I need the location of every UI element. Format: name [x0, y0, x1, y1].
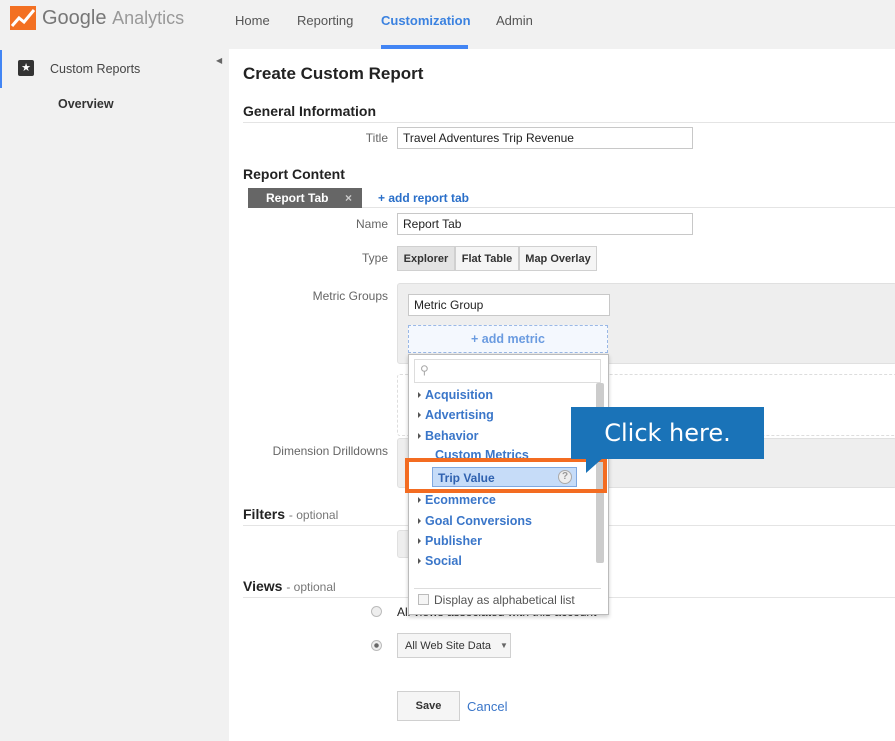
type-flat-table-button[interactable]: Flat Table: [455, 246, 519, 271]
cancel-link[interactable]: Cancel: [467, 699, 507, 714]
nav-home[interactable]: Home: [235, 13, 270, 28]
general-info-heading: General Information: [243, 103, 377, 119]
alphabetical-label[interactable]: Display as alphabetical list: [434, 593, 575, 607]
google-analytics-logo[interactable]: Google Analytics: [10, 6, 184, 30]
sidebar-item-overview[interactable]: Overview: [58, 97, 114, 111]
view-select[interactable]: All Web Site Data ▼: [397, 633, 511, 658]
add-metric-button[interactable]: + add metric: [408, 325, 608, 353]
callout-tooltip: Click here.: [571, 407, 764, 459]
divider: [362, 207, 895, 208]
custom-reports-star-icon: ★: [18, 60, 34, 76]
report-content-heading: Report Content: [243, 166, 345, 182]
divider: [414, 588, 601, 589]
highlight-box: [405, 458, 607, 493]
category-acquisition[interactable]: Acquisition: [418, 388, 493, 402]
title-input[interactable]: Travel Adventures Trip Revenue: [397, 127, 693, 149]
brand-product: Analytics: [112, 7, 185, 28]
filters-heading: Filters - optional: [243, 506, 339, 522]
brand-google: Google: [42, 6, 107, 29]
category-publisher[interactable]: Publisher: [418, 534, 482, 548]
sidebar: [0, 48, 228, 741]
report-tab[interactable]: Report Tab ×: [248, 188, 362, 208]
collapse-sidebar-icon[interactable]: ◀: [216, 56, 222, 65]
views-heading: Views - optional: [243, 578, 336, 594]
category-ecommerce[interactable]: Ecommerce: [418, 493, 496, 507]
callout-tail: [586, 457, 604, 473]
search-icon: ⚲: [420, 363, 429, 377]
divider: [243, 122, 895, 123]
category-social[interactable]: Social: [418, 554, 462, 568]
category-behavior[interactable]: Behavior: [418, 429, 479, 443]
name-label: Name: [355, 217, 388, 231]
type-explorer-button[interactable]: Explorer: [397, 246, 455, 271]
chevron-down-icon: ▼: [500, 641, 508, 650]
radio-selected-view[interactable]: [371, 640, 382, 651]
sidebar-item-custom-reports[interactable]: Custom Reports: [50, 62, 140, 76]
sidebar-active-indicator: [0, 50, 2, 88]
radio-all-views[interactable]: [371, 606, 382, 617]
page-title: Create Custom Report: [243, 64, 424, 83]
category-advertising[interactable]: Advertising: [418, 408, 494, 422]
alphabetical-checkbox[interactable]: [418, 594, 429, 605]
nav-admin[interactable]: Admin: [496, 13, 533, 28]
report-tab-label: Report Tab: [266, 191, 329, 205]
metric-group-name-input[interactable]: Metric Group: [408, 294, 610, 316]
save-button[interactable]: Save: [397, 691, 460, 721]
name-input[interactable]: Report Tab: [397, 213, 693, 235]
add-report-tab-link[interactable]: + add report tab: [378, 191, 469, 205]
title-label: Title: [365, 131, 388, 145]
metric-search-input[interactable]: ⚲: [414, 359, 601, 383]
analytics-logo-icon: [10, 6, 36, 30]
dimension-drilldowns-label: Dimension Drilldowns: [272, 444, 388, 458]
category-custom-metrics[interactable]: Custom Metrics: [435, 448, 529, 458]
category-goal-conversions[interactable]: Goal Conversions: [418, 514, 532, 528]
nav-customization[interactable]: Customization: [381, 13, 471, 28]
type-map-overlay-button[interactable]: Map Overlay: [519, 246, 597, 271]
type-label: Type: [361, 251, 388, 265]
nav-reporting[interactable]: Reporting: [297, 13, 353, 28]
close-tab-icon[interactable]: ×: [345, 191, 352, 205]
metric-groups-label: Metric Groups: [312, 289, 388, 303]
